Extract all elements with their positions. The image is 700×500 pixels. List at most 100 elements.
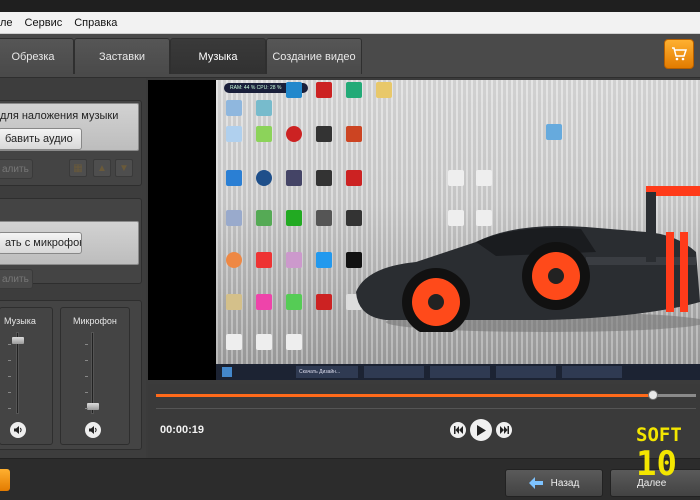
speaker-icon [89,426,97,434]
folder-icon [376,82,392,98]
tab-trim[interactable]: Обрезка [0,38,74,74]
tick [8,408,11,409]
soft10-watermark: SOFT 10 [632,420,700,500]
app-icon [316,126,332,142]
add-audio-button[interactable]: бавить аудио [0,128,82,150]
app-icon [286,126,302,142]
cart-button[interactable] [664,39,694,69]
preview-taskbar: Скачать Дизайн... [216,364,700,380]
app-icon [286,82,302,98]
file-icon [226,294,242,310]
arrow-up-icon: ▲ [97,162,107,174]
microphone-volume-panel: Микрофон [60,307,130,445]
microphone-mute-button[interactable] [85,422,101,438]
window-top-strip [0,0,700,12]
move-up-button[interactable]: ▲ [93,159,111,177]
tick [85,408,88,409]
back-button-label: Назад [550,477,580,489]
arrow-down-icon: ▼ [119,162,129,174]
skip-back-icon [453,426,463,434]
app-icon [256,170,272,186]
tick [85,392,88,393]
orange-side-button[interactable] [0,469,10,491]
telegram-icon [316,252,332,268]
record-microphone-button[interactable]: ать с микрофона [0,232,82,254]
music-section-header: для наложения музыки бавить аудио [0,103,139,151]
timeline-panel: 00:00:19 [148,384,700,458]
tab-music[interactable]: Музыка [170,38,266,74]
arrow-left-icon [528,477,543,489]
app-icon [316,170,332,186]
cart-icon [672,47,687,61]
speaker-icon [14,426,22,434]
settings-icon: ▦ [73,162,83,174]
app-icon [286,252,302,268]
app-icon [316,210,332,226]
car-image [356,186,700,332]
bottom-bar: Назад Далее [0,458,700,500]
app-window: ле Сервис Справка Обрезка Заставки Музык… [0,0,700,500]
app-icon [286,210,302,226]
audio-settings-button[interactable]: ▦ [69,159,87,177]
microphone-volume-slider[interactable] [87,402,99,410]
app-icon [256,294,272,310]
tab-intros[interactable]: Заставки [74,38,170,74]
microphone-volume-track[interactable] [91,332,94,414]
tick [85,376,88,377]
taskbar-item [496,366,556,378]
music-volume-label: Музыка [4,316,36,326]
file-icon [286,334,302,350]
app-icon [256,100,272,116]
timeline-secondary-track [156,408,696,409]
delete-audio-button[interactable]: алить [0,159,33,179]
ie-icon [226,170,242,186]
back-button[interactable]: Назад [505,469,603,497]
menu-file[interactable]: ле [0,17,19,29]
file-icon [256,334,272,350]
current-time: 00:00:19 [160,424,205,436]
skip-forward-icon [499,426,509,434]
play-button[interactable] [470,419,492,441]
microphone-section: ать с микрофона алить [0,198,142,289]
tick [8,392,11,393]
music-volume-slider[interactable] [12,337,24,345]
chrome-icon [226,252,242,268]
music-mute-button[interactable] [10,422,26,438]
timeline-playhead[interactable] [647,390,658,400]
next-button[interactable] [496,422,512,438]
app-icon [256,126,272,142]
app-icon [316,82,332,98]
app-icon [316,294,332,310]
move-down-button[interactable]: ▼ [115,159,133,177]
music-section-label: для наложения музыки [0,110,119,122]
yandex-icon [256,252,272,268]
excel-icon [346,82,362,98]
left-panel: для наложения музыки бавить аудио алить … [0,78,146,458]
taskbar-item [562,366,622,378]
taskbar-item [430,366,490,378]
app-icon [286,294,302,310]
tab-create-video[interactable]: Создание видео [266,38,362,74]
file-icon [226,334,242,350]
recycle-bin-icon [226,126,242,142]
music-volume-panel: Музыка [0,307,53,445]
app-icon [286,170,302,186]
play-icon [477,424,486,436]
previous-button[interactable] [450,422,466,438]
taskbar-item [364,366,424,378]
menu-help[interactable]: Справка [68,17,123,29]
timeline-track[interactable] [156,390,696,400]
computer-icon [226,100,242,116]
tab-row: Обрезка Заставки Музыка Создание видео [0,34,700,78]
menu-service[interactable]: Сервис [19,17,69,29]
microphone-volume-label: Микрофон [73,316,117,326]
app-icon [256,210,272,226]
volume-mixer: Музыка Микрофон [0,300,142,450]
watermark-line-2: 10 [636,444,677,484]
music-volume-track[interactable] [16,332,19,414]
delete-recording-button[interactable]: алить [0,269,33,289]
tick [8,344,11,345]
windows-start-icon [222,367,232,377]
video-preview[interactable]: RAM: 44 % CPU: 28 % Скачать Дизайн... [148,80,700,380]
music-section: для наложения музыки бавить аудио алить … [0,100,142,186]
